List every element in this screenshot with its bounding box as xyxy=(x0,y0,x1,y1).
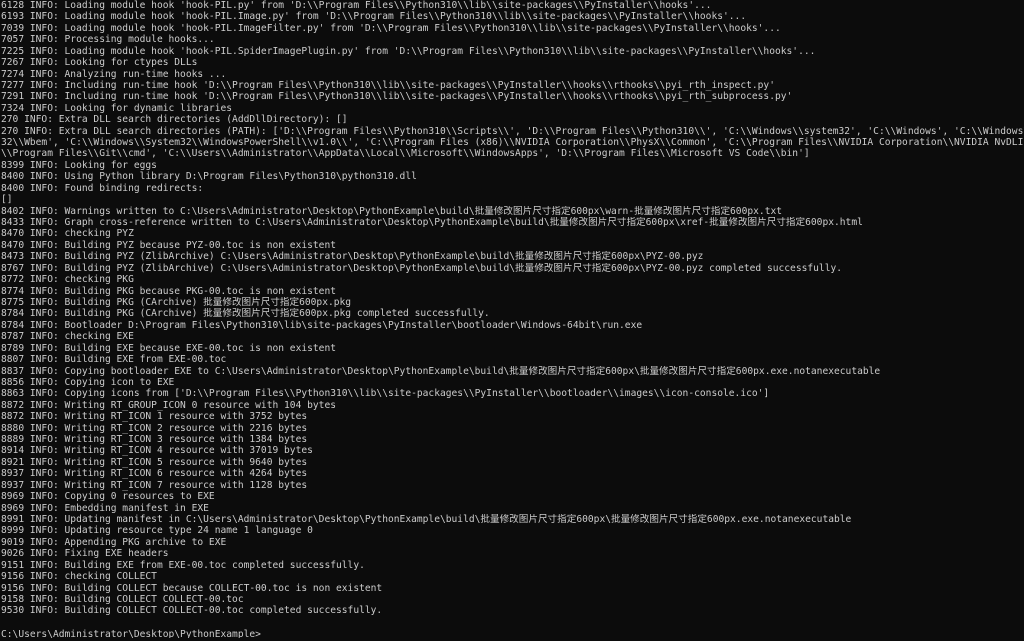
prompt-path: C:\Users\Administrator\Desktop\PythonExa… xyxy=(1,629,261,639)
log-line: 7039 INFO: Loading module hook 'hook-PIL… xyxy=(1,22,781,34)
text-cursor xyxy=(261,627,267,637)
log-line: 7274 INFO: Analyzing run-time hooks ... xyxy=(1,68,227,80)
log-line: 8863 INFO: Copying icons from ['D:\\Prog… xyxy=(1,388,770,400)
log-line: 7291 INFO: Including run-time hook 'D:\\… xyxy=(1,91,793,103)
log-line: 8837 INFO: Copying bootloader EXE to C:\… xyxy=(1,365,881,377)
console-log: 6128 INFO: Loading module hook 'hook-PIL… xyxy=(0,0,1024,617)
log-line: 7267 INFO: Looking for ctypes DLLs xyxy=(1,57,198,69)
log-line: 7324 INFO: Looking for dynamic libraries xyxy=(1,102,233,114)
log-line: 8772 INFO: checking PKG xyxy=(1,274,134,286)
log-line: 8807 INFO: Building EXE from EXE-00.toc xyxy=(1,354,227,366)
log-line: 270 INFO: Extra DLL search directories (… xyxy=(1,125,1024,137)
log-line: 8399 INFO: Looking for eggs xyxy=(1,159,157,171)
log-line: 8402 INFO: Warnings written to C:\Users\… xyxy=(1,205,783,217)
log-line: 9158 INFO: Building COLLECT COLLECT-00.t… xyxy=(1,593,244,605)
log-line: 9019 INFO: Appending PKG archive to EXE xyxy=(1,536,227,548)
log-line: 9151 INFO: Building EXE from EXE-00.toc … xyxy=(1,559,365,571)
log-line: 8969 INFO: Embedding manifest in EXE xyxy=(1,502,209,514)
log-line: 8969 INFO: Copying 0 resources to EXE xyxy=(1,491,215,503)
log-line: 8470 INFO: Building PYZ because PYZ-00.t… xyxy=(1,239,337,251)
log-line: 8889 INFO: Writing RT_ICON 3 resource wi… xyxy=(1,434,308,446)
log-line: 8999 INFO: Updating resource type 24 nam… xyxy=(1,525,313,537)
log-line: 8991 INFO: Updating manifest in C:\Users… xyxy=(1,513,852,525)
log-line: 8400 INFO: Using Python library D:\Progr… xyxy=(1,171,417,183)
log-line: 9156 INFO: checking COLLECT xyxy=(1,571,157,583)
log-line: 8767 INFO: Building PYZ (ZlibArchive) C:… xyxy=(1,262,843,274)
log-line: 8784 INFO: Building PKG (CArchive) 批量修改图… xyxy=(1,308,490,320)
log-line: 32\\Wbem', 'C:\\Windows\\System32\\Windo… xyxy=(1,137,1024,149)
log-line: 9156 INFO: Building COLLECT because COLL… xyxy=(1,582,383,594)
log-line: \\Program Files\\Git\\cmd', 'C:\\Users\\… xyxy=(1,148,810,160)
log-line: 9026 INFO: Fixing EXE headers xyxy=(1,548,169,560)
log-line: 8856 INFO: Copying icon to EXE xyxy=(1,376,175,388)
log-line: 8473 INFO: Building PYZ (ZlibArchive) C:… xyxy=(1,251,704,263)
log-line: 8400 INFO: Found binding redirects: xyxy=(1,182,204,194)
log-line: 9530 INFO: Building COLLECT COLLECT-00.t… xyxy=(1,605,383,617)
log-line: 6193 INFO: Loading module hook 'hook-PIL… xyxy=(1,11,747,23)
log-line: 8937 INFO: Writing RT_ICON 7 resource wi… xyxy=(1,479,308,491)
log-line: 7057 INFO: Processing module hooks... xyxy=(1,34,215,46)
log-line: 8775 INFO: Building PKG (CArchive) 批量修改图… xyxy=(1,296,352,308)
command-prompt[interactable]: C:\Users\Administrator\Desktop\PythonExa… xyxy=(0,627,1024,638)
console-output[interactable]: 6128 INFO: Loading module hook 'hook-PIL… xyxy=(0,0,1024,641)
log-line: 8914 INFO: Writing RT_ICON 4 resource wi… xyxy=(1,445,313,457)
log-line: 8872 INFO: Writing RT_ICON 1 resource wi… xyxy=(1,411,308,423)
log-line: 270 INFO: Extra DLL search directories (… xyxy=(1,114,348,126)
log-line: 8789 INFO: Building EXE because EXE-00.t… xyxy=(1,342,337,354)
log-line: 6128 INFO: Loading module hook 'hook-PIL… xyxy=(1,0,712,11)
log-line: 8774 INFO: Building PKG because PKG-00.t… xyxy=(1,285,337,297)
log-line: 7277 INFO: Including run-time hook 'D:\\… xyxy=(1,79,775,91)
log-line: 8937 INFO: Writing RT_ICON 6 resource wi… xyxy=(1,468,308,480)
log-line: 8880 INFO: Writing RT_ICON 2 resource wi… xyxy=(1,422,308,434)
log-line: 8470 INFO: checking PYZ xyxy=(1,228,134,240)
log-line: [] xyxy=(1,194,13,206)
log-line: 8784 INFO: Bootloader D:\Program Files\P… xyxy=(1,319,643,331)
log-line: 8872 INFO: Writing RT_GROUP_ICON 0 resou… xyxy=(1,399,337,411)
log-line: 8787 INFO: checking EXE xyxy=(1,331,134,343)
log-line: 8921 INFO: Writing RT_ICON 5 resource wi… xyxy=(1,456,308,468)
log-line: 8433 INFO: Graph cross-reference written… xyxy=(1,217,863,229)
log-line: 7225 INFO: Loading module hook 'hook-PIL… xyxy=(1,45,816,57)
